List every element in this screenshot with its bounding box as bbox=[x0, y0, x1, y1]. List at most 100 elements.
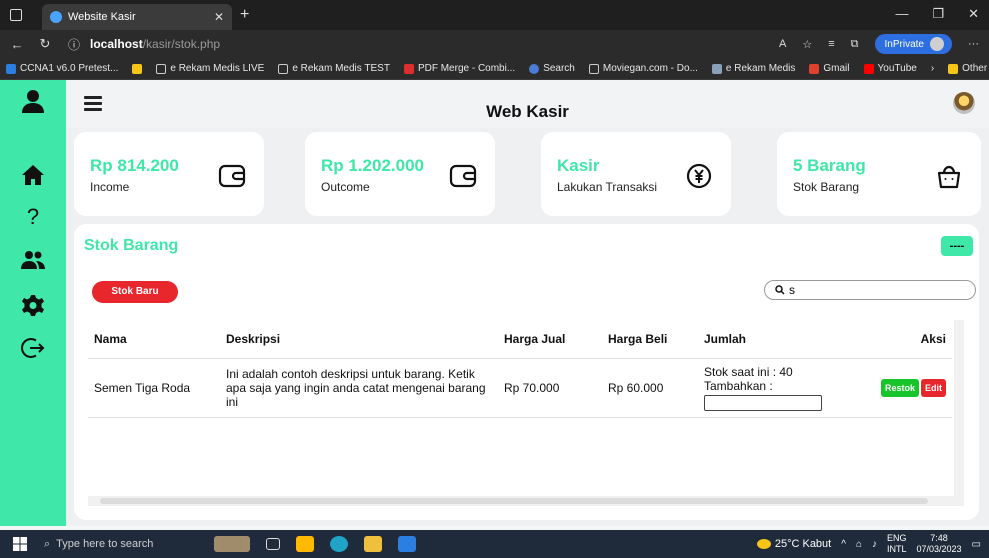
question-icon: ? bbox=[26, 204, 40, 229]
cell-harga-beli: Rp 60.000 bbox=[602, 358, 698, 418]
sidebar-item-settings[interactable] bbox=[0, 294, 66, 318]
column-header: Deskripsi bbox=[220, 320, 498, 359]
user-icon bbox=[22, 90, 44, 113]
sidebar-item-users[interactable] bbox=[0, 250, 66, 270]
vscode-icon[interactable] bbox=[398, 536, 416, 552]
minimize-icon[interactable]: — bbox=[895, 6, 908, 22]
outcome-value: Rp 1.202.000 bbox=[321, 156, 425, 175]
table-row: Semen Tiga Roda Ini adalah contoh deskri… bbox=[88, 358, 952, 418]
tab-actions-icon[interactable] bbox=[10, 9, 22, 21]
more-icon[interactable]: ··· bbox=[968, 38, 979, 50]
kasir-label: Lakukan Transaksi bbox=[557, 180, 658, 194]
search-box[interactable] bbox=[764, 280, 976, 300]
file-explorer-icon[interactable] bbox=[364, 536, 382, 552]
language-indicator[interactable]: ENG INTL bbox=[887, 533, 907, 555]
edit-button[interactable]: Edit bbox=[921, 378, 946, 397]
new-tab-icon[interactable]: + bbox=[240, 6, 249, 24]
stock-table-container: Nama Deskripsi Harga Jual Harga Beli Jum… bbox=[88, 320, 964, 510]
current-stock-text: Stok saat ini : 40 bbox=[704, 364, 793, 379]
kasir-value: Kasir bbox=[557, 156, 600, 175]
bookmarks-bar: CCNA1 v6.0 Pretest... e Rekam Medis LIVE… bbox=[0, 58, 989, 80]
add-stock-input[interactable] bbox=[704, 394, 822, 411]
address-bar: ← ↻ ⓘ localhost/kasir/stok.php A ☆ ≡ ⧉ I… bbox=[0, 30, 989, 58]
weather-icon bbox=[756, 539, 771, 549]
cell-jumlah: Stok saat ini : 40 Tambahkan : bbox=[698, 358, 848, 418]
notifications-icon[interactable]: ▭ bbox=[972, 539, 981, 550]
edge-icon[interactable] bbox=[330, 536, 348, 552]
tray-chevron-icon[interactable]: ^ bbox=[841, 539, 846, 550]
task-view-icon[interactable] bbox=[266, 538, 280, 550]
stock-card[interactable]: 5 Barang Stok Barang bbox=[777, 132, 981, 216]
inprivate-label: InPrivate bbox=[884, 38, 924, 50]
cell-aksi: Restok Edit bbox=[848, 358, 952, 418]
app-header: Web Kasir bbox=[66, 80, 989, 128]
bookmark-item[interactable]: Gmail bbox=[809, 63, 850, 74]
column-header: Jumlah bbox=[698, 320, 848, 359]
sidebar-item-profile[interactable] bbox=[0, 88, 66, 114]
browser-tab[interactable]: Website Kasir ✕ bbox=[42, 4, 232, 30]
collections-icon[interactable]: ⧉ bbox=[851, 38, 859, 51]
sidebar-item-help[interactable]: ? bbox=[0, 204, 66, 230]
bookmark-item[interactable]: e Rekam Medis LIVE bbox=[156, 63, 264, 74]
panel-title: Stok Barang bbox=[84, 237, 179, 254]
bookmark-item[interactable]: YouTube bbox=[863, 63, 917, 74]
wallet-icon bbox=[218, 164, 246, 188]
stock-count-label: Stok Barang bbox=[793, 180, 860, 194]
browser-titlebar: Website Kasir ✕ + — ❐ ✕ bbox=[0, 0, 989, 30]
bookmark-item[interactable]: CCNA1 v6.0 Pretest... bbox=[6, 63, 118, 74]
favorite-star-icon[interactable]: ☆ bbox=[802, 38, 812, 51]
taskbar-search[interactable]: ⌕ Type here to search bbox=[40, 538, 190, 551]
url-host: localhost bbox=[90, 37, 143, 51]
bookmarks-overflow-icon[interactable]: › bbox=[931, 63, 934, 74]
stock-count-value: 5 Barang bbox=[793, 156, 866, 175]
column-header: Aksi bbox=[848, 320, 952, 359]
back-icon[interactable]: ← bbox=[6, 37, 28, 52]
network-icon[interactable]: ⌂ bbox=[856, 539, 862, 550]
widget-icon[interactable] bbox=[214, 536, 250, 552]
users-icon bbox=[21, 251, 45, 269]
kasir-card[interactable]: Kasir Lakukan Transaksi bbox=[541, 132, 731, 216]
sidebar-item-home[interactable] bbox=[0, 164, 66, 186]
refresh-icon[interactable]: ↻ bbox=[34, 36, 56, 52]
bookmark-item[interactable]: e Rekam Medis TEST bbox=[278, 63, 390, 74]
horizontal-scrollbar[interactable] bbox=[88, 496, 954, 506]
sidebar-item-logout[interactable] bbox=[0, 336, 66, 360]
restock-button[interactable]: Restok bbox=[880, 378, 919, 397]
search-input[interactable] bbox=[789, 283, 959, 297]
restore-icon[interactable]: ❐ bbox=[932, 6, 944, 22]
bookmark-item[interactable] bbox=[132, 63, 143, 74]
bookmark-item[interactable]: Moviegan.com - Do... bbox=[588, 63, 698, 74]
inprivate-badge[interactable]: InPrivate bbox=[874, 34, 952, 54]
clock[interactable]: 7:48 07/03/2023 bbox=[917, 533, 962, 555]
site-favicon-icon bbox=[50, 11, 62, 23]
other-favorites[interactable]: Other favorites bbox=[948, 63, 989, 74]
bookmark-item[interactable]: e Rekam Medis bbox=[711, 63, 795, 74]
close-window-icon[interactable]: ✕ bbox=[968, 6, 979, 22]
start-button[interactable] bbox=[0, 537, 40, 551]
bookmark-item[interactable]: Search bbox=[529, 63, 575, 74]
scrollbar-thumb[interactable] bbox=[100, 498, 928, 504]
outcome-card: Rp 1.202.000 Outcome bbox=[305, 132, 495, 216]
bag-icon bbox=[937, 165, 961, 189]
search-icon bbox=[775, 285, 785, 295]
weather-text: 25°C Kabut bbox=[774, 538, 832, 550]
url-path: /kasir/stok.php bbox=[142, 37, 221, 51]
avatar[interactable] bbox=[953, 92, 975, 114]
volume-icon[interactable]: ♪ bbox=[872, 539, 877, 550]
column-header: Harga Beli bbox=[602, 320, 698, 359]
weather-widget[interactable]: 25°C Kabut bbox=[756, 538, 832, 550]
close-tab-icon[interactable]: ✕ bbox=[214, 10, 224, 24]
income-value: Rp 814.200 bbox=[90, 156, 179, 175]
vertical-scrollbar[interactable] bbox=[954, 320, 964, 506]
options-button[interactable]: ---- bbox=[941, 236, 973, 256]
read-aloud-icon[interactable]: A bbox=[779, 38, 786, 50]
bookmark-item[interactable]: PDF Merge - Combi... bbox=[403, 63, 515, 74]
favorites-icon[interactable]: ≡ bbox=[828, 38, 834, 50]
stock-panel: Stok Barang ---- Stok Baru Nama Deskrips… bbox=[74, 224, 979, 520]
outcome-label: Outcome bbox=[321, 180, 370, 194]
store-icon[interactable] bbox=[296, 536, 314, 552]
url-field[interactable]: ⓘ localhost/kasir/stok.php bbox=[68, 36, 220, 53]
new-stock-button[interactable]: Stok Baru bbox=[92, 281, 178, 303]
info-icon[interactable]: ⓘ bbox=[68, 36, 80, 53]
yen-exchange-icon bbox=[686, 163, 712, 189]
